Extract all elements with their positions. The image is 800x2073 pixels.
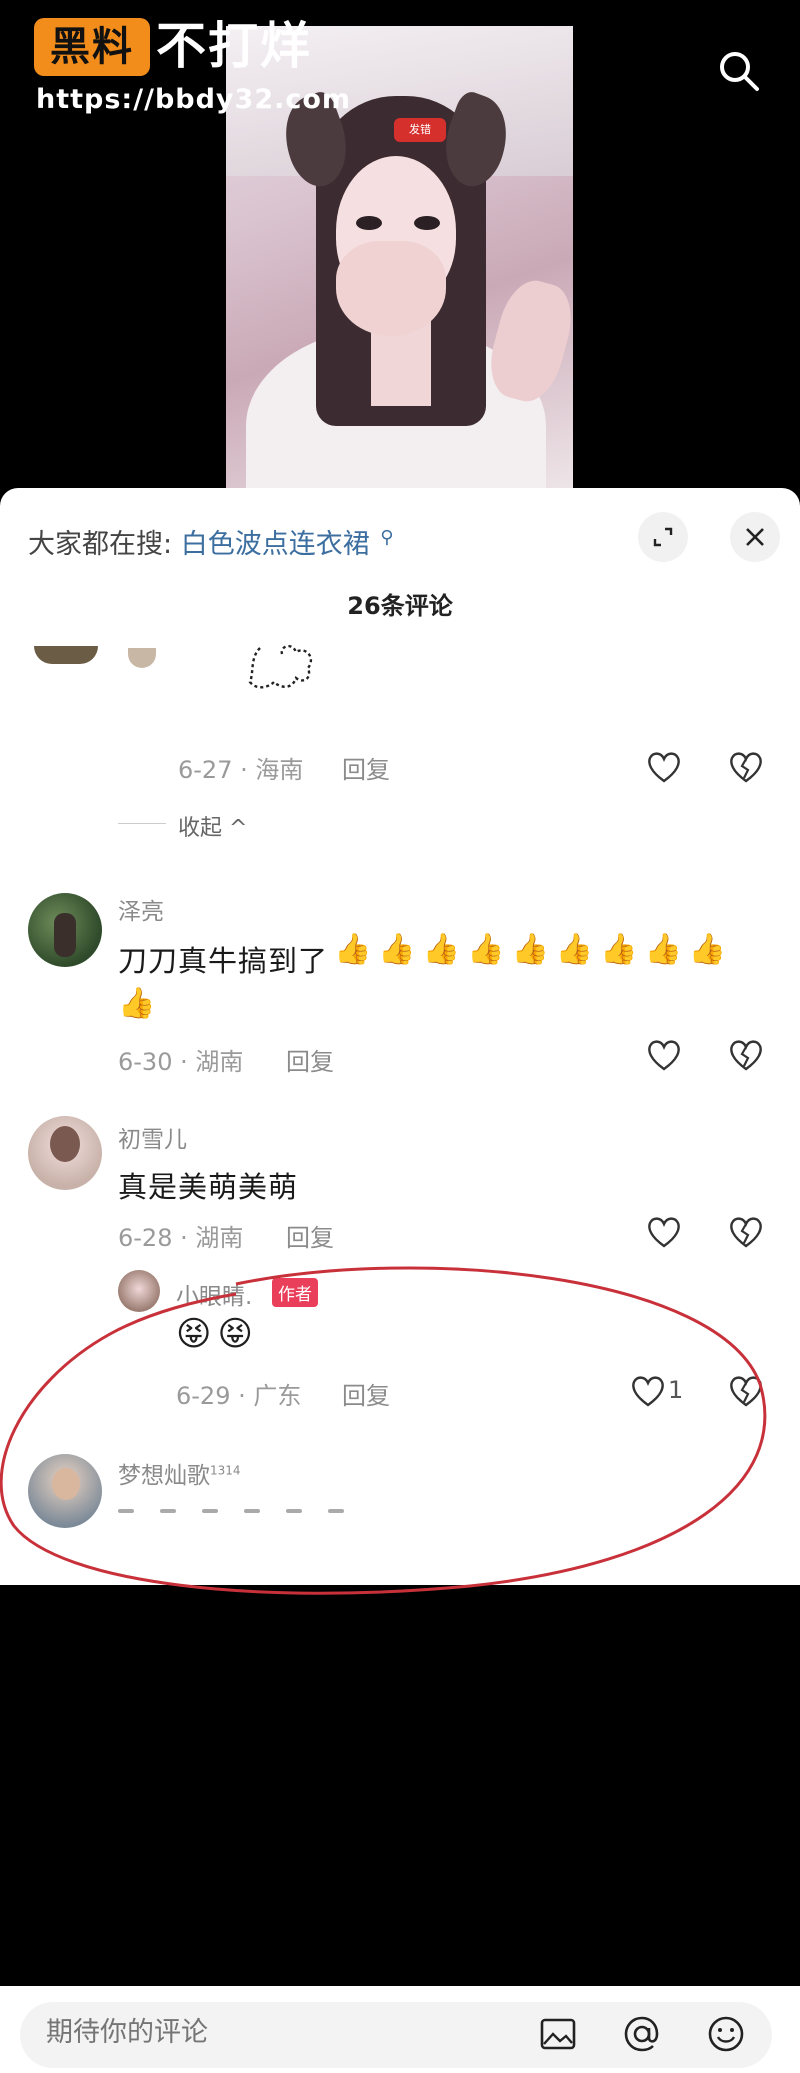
comment-text: 刀刀真牛搞到了 [118,944,329,978]
heart-icon[interactable] [646,750,682,784]
comment-input-bar [0,1986,800,2073]
hot-search-label: 大家都在搜: [28,529,173,560]
collapse-replies-button[interactable]: 收起 ^ [178,810,247,842]
comment-count: 26条评论 [347,592,453,620]
image-icon[interactable] [536,2012,580,2056]
thumbs-up-icon: 👍 [644,932,682,967]
thumbs-up-emoji-row: 👍 👍 👍 👍 👍 👍 👍 👍 👍 [334,932,733,967]
comment-meta: 6-30 · 湖南 [118,1048,244,1076]
sticker-image [248,644,313,689]
avatar[interactable] [28,1454,102,1528]
emoji-row: 😝 😝 [176,1314,259,1354]
watermark-brand-box: 黑料 [34,18,150,76]
thumbs-up-icon: 👍 [334,932,372,967]
video-area[interactable]: 发错 黑料 不打烊 https://bbdy32.com [0,0,800,495]
broken-heart-icon[interactable] [728,1215,764,1249]
tongue-face-emoji-icon: 😝 [176,1314,212,1354]
annotation-circle [0,1266,767,1595]
heart-icon[interactable] [646,1215,682,1249]
reply-button[interactable]: 回复 [286,1042,334,1077]
reply-button[interactable]: 回复 [286,1218,334,1253]
author-badge: 作者 [272,1278,318,1307]
like-count: 1 [668,1376,684,1404]
heart-icon[interactable] [646,1038,682,1072]
thumbs-up-icon: 👍 [378,932,416,967]
expand-icon [653,527,673,547]
avatar[interactable] [28,893,102,967]
comment-meta: 6-28 · 湖南 [118,1224,244,1252]
comment-sheet: 大家都在搜: 白色波点连衣裙 ⚲ 26条评论 6-27 · 海南 回复 收起 ^… [0,488,800,2073]
expand-button[interactable] [638,512,688,562]
comment-username[interactable]: 梦想灿歌1314 [118,1456,241,1490]
comment-input-container [20,2002,772,2068]
broken-heart-icon[interactable] [728,750,764,784]
at-icon[interactable] [620,2012,664,2056]
close-button[interactable] [730,512,780,562]
reply-avatar[interactable] [128,648,156,668]
reply-button[interactable]: 回复 [342,750,390,785]
thumbs-up-emoji-row: 👍 [118,986,162,1021]
comment-text-partial [118,1498,378,1513]
eye-right [414,216,440,230]
comment-username[interactable]: 初雪儿 [118,1120,187,1154]
thumbs-up-icon: 👍 [688,932,727,967]
broken-heart-icon[interactable] [728,1374,764,1408]
comment-username[interactable]: 泽亮 [118,892,164,926]
eye-left [356,216,382,230]
filter-badge: 发错 [394,118,446,142]
comment-username-text: 梦想灿歌 [118,1463,210,1489]
thumbs-up-icon: 👍 [467,932,505,967]
tongue-face-emoji-icon: 😝 [217,1314,253,1354]
thumbs-up-icon: 👍 [600,932,638,967]
broken-heart-icon[interactable] [728,1038,764,1072]
video-figure-hand [336,241,446,336]
heart-icon[interactable] [630,1374,666,1408]
thumbs-up-icon: 👍 [422,932,461,967]
hot-search[interactable]: 大家都在搜: 白色波点连衣裙 ⚲ [28,522,393,561]
comment-input[interactable] [44,2016,488,2049]
search-icon: ⚲ [380,527,394,548]
thumbs-up-icon: 👍 [511,932,549,967]
reply-button[interactable]: 回复 [342,1376,390,1411]
comment-meta: 6-29 · 广东 [176,1382,302,1410]
comment-username[interactable]: 小眼睛. [176,1277,252,1311]
comment-meta: 6-27 · 海南 [178,756,304,784]
username-superscript: 1314 [210,1463,241,1478]
search-icon[interactable] [716,48,762,94]
hot-search-term[interactable]: 白色波点连衣裙 [181,529,370,560]
emoji-icon[interactable] [704,2012,748,2056]
divider [118,823,166,824]
thumbs-up-icon: 👍 [555,932,594,967]
comment-text: 真是美萌美萌 [118,1170,299,1204]
avatar[interactable] [118,1270,160,1312]
watermark-brand-title: 不打烊 [156,17,312,75]
avatar[interactable] [34,646,98,664]
thumbs-up-icon: 👍 [118,986,156,1021]
close-icon [746,528,764,546]
watermark-url: https://bbdy32.com [36,84,352,115]
avatar[interactable] [28,1116,102,1190]
